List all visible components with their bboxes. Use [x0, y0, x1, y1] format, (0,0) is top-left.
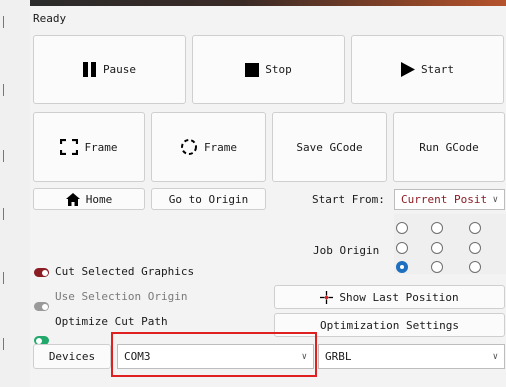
show-last-position-button[interactable]: Show Last Position: [274, 285, 505, 309]
controller-value: GRBL: [325, 350, 352, 363]
save-gcode-label: Save GCode: [296, 140, 363, 154]
go-to-origin-label: Go to Origin: [168, 192, 249, 206]
left-edge-mark: [3, 208, 4, 220]
run-gcode-button[interactable]: Run GCode: [393, 112, 505, 182]
origin-radio-top-left[interactable]: [396, 222, 408, 234]
job-origin-grid: [394, 214, 506, 274]
start-button[interactable]: Start: [351, 35, 504, 104]
origin-radio-middle-center[interactable]: [431, 242, 443, 254]
play-icon: [400, 62, 415, 77]
controller-select[interactable]: GRBL ∨: [318, 344, 505, 369]
highlight-box: [111, 332, 317, 377]
origin-radio-top-right[interactable]: [469, 222, 481, 234]
left-edge-mark: [3, 150, 4, 162]
left-edge-mark: [3, 338, 4, 350]
pause-button[interactable]: Pause: [33, 35, 186, 104]
origin-radio-bottom-right[interactable]: [469, 261, 481, 273]
home-icon: [65, 192, 80, 206]
pause-label: Pause: [102, 63, 137, 76]
left-edge-mark: [3, 16, 4, 28]
job-origin-label: Job Origin: [313, 244, 380, 257]
frame-rectangle-icon: [60, 139, 79, 155]
stop-label: Stop: [265, 63, 292, 76]
origin-radio-middle-right[interactable]: [469, 242, 481, 254]
cut-selected-label: Cut Selected Graphics: [55, 265, 195, 278]
pause-icon: [82, 62, 96, 77]
home-label: Home: [85, 192, 113, 206]
start-from-label: Start From:: [312, 193, 385, 206]
use-selection-origin-toggle[interactable]: [34, 302, 49, 311]
devices-label: Devices: [48, 350, 96, 363]
home-button[interactable]: Home: [33, 188, 145, 210]
origin-radio-bottom-left[interactable]: [396, 261, 408, 273]
start-from-value: Current Posit: [401, 193, 488, 206]
save-gcode-button[interactable]: Save GCode: [272, 112, 387, 182]
chevron-down-icon: ∨: [492, 351, 498, 362]
origin-radio-bottom-center[interactable]: [431, 261, 443, 273]
stop-icon: [245, 62, 260, 77]
origin-radio-middle-left[interactable]: [396, 242, 408, 254]
optimization-settings-label: Optimization Settings: [319, 318, 460, 332]
frame-circle-label: Frame: [203, 140, 238, 154]
crosshair-icon: [320, 290, 334, 304]
optimize-cut-path-label: Optimize Cut Path: [55, 315, 168, 328]
frame-rectangle-button[interactable]: Frame: [33, 112, 145, 182]
frame-rectangle-label: Frame: [84, 140, 118, 154]
frame-circle-icon: [180, 139, 197, 155]
origin-radio-top-center[interactable]: [431, 222, 443, 234]
stop-button[interactable]: Stop: [192, 35, 345, 104]
cut-selected-toggle[interactable]: [34, 268, 49, 277]
go-to-origin-button[interactable]: Go to Origin: [151, 188, 266, 210]
frame-circle-button[interactable]: Frame: [151, 112, 266, 182]
left-edge-mark: [3, 272, 4, 284]
left-edge-mark: [3, 84, 4, 96]
show-last-position-label: Show Last Position: [339, 290, 459, 304]
use-selection-origin-label: Use Selection Origin: [55, 290, 188, 303]
start-from-select[interactable]: Current Posit ∨: [394, 189, 505, 210]
run-gcode-label: Run GCode: [419, 140, 479, 154]
chevron-down-icon: ∨: [492, 194, 498, 205]
devices-button[interactable]: Devices: [33, 344, 111, 369]
start-label: Start: [420, 63, 455, 76]
status-text: Ready: [33, 12, 67, 25]
